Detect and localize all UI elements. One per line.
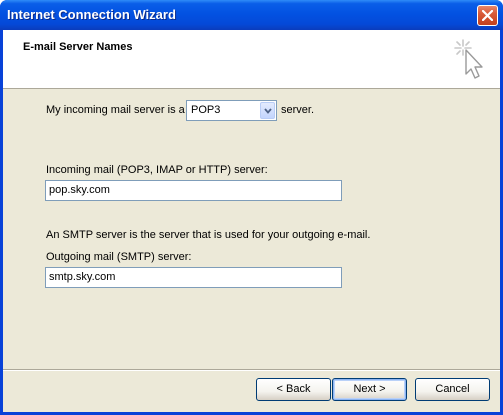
incoming-type-suffix: server.	[281, 104, 315, 116]
close-button[interactable]	[477, 5, 498, 26]
form-area: My incoming mail server is a POP3 server…	[3, 89, 500, 369]
next-button[interactable]: Next >	[332, 378, 407, 401]
footer-divider	[3, 369, 500, 371]
incoming-server-type-select[interactable]: POP3	[186, 100, 277, 121]
select-value: POP3	[191, 104, 221, 116]
incoming-server-value: pop.sky.com	[49, 184, 110, 196]
dropdown-button[interactable]	[260, 102, 275, 119]
page-title: E-mail Server Names	[23, 41, 133, 53]
title-bar[interactable]: Internet Connection Wizard	[0, 0, 503, 30]
incoming-type-prefix: My incoming mail server is a	[46, 104, 185, 116]
outgoing-server-value: smtp.sky.com	[49, 271, 116, 283]
wizard-header: E-mail Server Names	[3, 30, 500, 89]
wizard-window: Internet Connection Wizard E-mail Server…	[0, 0, 503, 415]
close-icon	[482, 10, 493, 21]
chevron-down-icon	[264, 108, 272, 114]
incoming-server-input[interactable]: pop.sky.com	[45, 180, 342, 201]
incoming-server-label: Incoming mail (POP3, IMAP or HTTP) serve…	[46, 164, 268, 176]
window-title: Internet Connection Wizard	[7, 7, 176, 22]
outgoing-server-input[interactable]: smtp.sky.com	[45, 267, 342, 288]
cancel-button[interactable]: Cancel	[415, 378, 490, 401]
outgoing-server-label: Outgoing mail (SMTP) server:	[46, 251, 192, 263]
wizard-cursor-icon	[454, 39, 483, 79]
smtp-note: An SMTP server is the server that is use…	[46, 229, 371, 241]
back-button[interactable]: < Back	[256, 378, 331, 401]
dialog-body: E-mail Server Names My incoming mail ser…	[3, 30, 500, 412]
